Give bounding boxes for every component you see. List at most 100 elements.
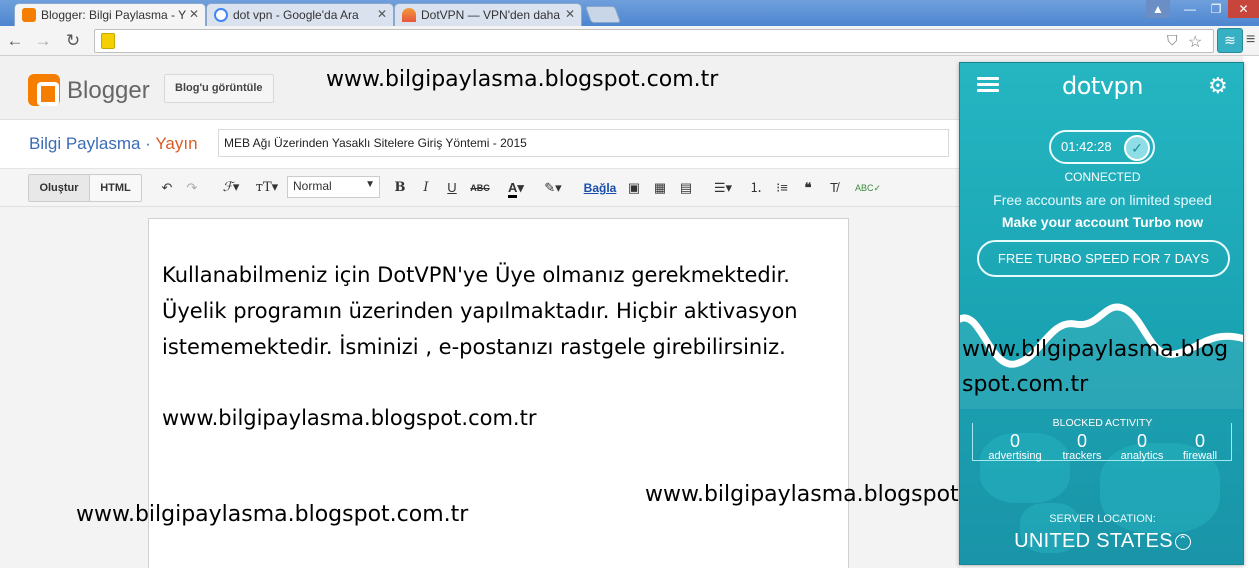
bookmark-star-icon[interactable]: ☆ [1188, 32, 1202, 52]
address-bar[interactable]: ⛉ ☆ [94, 29, 1214, 53]
dotvpn-extension-button[interactable]: ≋ [1217, 28, 1243, 53]
tab-label: DotVPN — VPN'den daha [421, 8, 561, 22]
blocked-stat-advertising: 0 advertising [983, 432, 1047, 462]
stat-value: 0 [1009, 431, 1020, 451]
blocked-stat-trackers: 0 trackers [1050, 432, 1114, 462]
close-icon[interactable]: ✕ [377, 7, 387, 21]
publish-label: Yayın [155, 134, 198, 153]
blogger-favicon-icon [22, 8, 36, 22]
compose-mode-button[interactable]: Oluştur [28, 174, 90, 202]
post-title-input[interactable]: MEB Ağı Üzerinden Yasaklı Sitelere Giriş… [218, 129, 949, 157]
bullet-list-icon[interactable]: ⁝≡ [772, 179, 792, 197]
editor-toolbar: Oluştur HTML ↶ ↷ ℱ▾ ᴛT▾ Normal ▼ B I U A… [0, 169, 960, 207]
close-icon[interactable]: ✕ [565, 7, 575, 21]
post-body-line: Üyelik programın üzerinden yapılmaktadır… [162, 299, 798, 323]
stat-value: 0 [1194, 431, 1205, 451]
strikethrough-icon[interactable]: ABC [469, 179, 491, 197]
blocked-stat-analytics: 0 analytics [1110, 432, 1174, 462]
watermark-text: spot.com.tr [962, 372, 1089, 397]
format-value: Normal [293, 179, 332, 193]
format-select[interactable]: Normal ▼ [287, 176, 380, 198]
blog-breadcrumb: Bilgi Paylasma · Yayın [29, 134, 198, 154]
stat-label: analytics [1120, 450, 1164, 462]
tab-blogger[interactable]: Blogger: Bilgi Paylasma - Y ✕ [14, 3, 206, 26]
turbo-note: Make your account Turbo now [1001, 214, 1204, 230]
italic-icon[interactable]: I [418, 179, 434, 197]
chevron-up-icon: ⌃ [1174, 533, 1191, 550]
chevron-down-icon: ▼ [365, 179, 375, 190]
watermark-text: www.bilgipaylasma.blogspot.com.tr [326, 67, 719, 92]
check-icon: ✓ [1124, 135, 1150, 161]
bold-icon[interactable]: B [392, 179, 408, 197]
highlight-color-icon[interactable]: ✎▾ [538, 179, 568, 197]
watermark-text: www.bilgipaylasma.blog [962, 337, 1229, 362]
shield-icon[interactable]: ⛉ [1167, 32, 1178, 49]
blogger-brand[interactable]: Blogger [67, 77, 150, 105]
stat-label: advertising [988, 450, 1042, 462]
window-close-icon[interactable]: ✕ [1228, 0, 1259, 18]
browser-tabstrip: Blogger: Bilgi Paylasma - Y ✕ dot vpn - … [0, 0, 1259, 26]
server-location-value: UNITED STATES [1014, 530, 1173, 552]
post-body-line: istememektedir. İsminizi , e-postanızı r… [162, 335, 786, 359]
text-color-icon[interactable]: A▾ [502, 179, 530, 198]
screen: { "browser": { "tabs": [ {"label": "Blog… [0, 0, 1259, 568]
google-favicon-icon [214, 8, 228, 22]
insert-image-icon[interactable]: ▣ [624, 179, 644, 197]
clear-formatting-icon[interactable]: T̸ [824, 179, 844, 197]
insert-video-icon[interactable]: ▦ [650, 179, 670, 197]
tab-label: dot vpn - Google'da Ara [233, 8, 359, 22]
free-turbo-button[interactable]: FREE TURBO SPEED FOR 7 DAYS [977, 240, 1230, 277]
reload-icon[interactable]: ↻ [62, 30, 84, 52]
warning-lock-icon [101, 33, 115, 49]
timer-value: 01:42:28 [1061, 139, 1112, 154]
free-account-note: Free accounts are on limited speed [993, 192, 1212, 208]
tab-dotvpn[interactable]: DotVPN — VPN'den daha ✕ [394, 3, 582, 26]
restore-icon[interactable]: ❐ [1204, 0, 1228, 18]
blocked-activity-label: BLOCKED ACTIVITY [1048, 417, 1157, 429]
user-icon[interactable]: ▲ [1146, 0, 1170, 18]
connection-timer[interactable]: 01:42:28 ✓ [1049, 130, 1155, 164]
align-icon[interactable]: ☰▾ [708, 179, 738, 197]
jump-break-icon[interactable]: ▤ [676, 179, 696, 197]
new-tab-button[interactable] [584, 6, 622, 23]
breadcrumb-separator: · [140, 134, 156, 153]
post-body-line: www.bilgipaylasma.blogspot.com.tr [162, 406, 537, 430]
connection-status: CONNECTED [1064, 170, 1141, 184]
font-family-icon[interactable]: ℱ▾ [216, 179, 246, 197]
back-icon[interactable]: ← [4, 30, 26, 52]
post-body-line: Kullanabilmeniz için DotVPN'ye Üye olman… [162, 263, 790, 287]
dotvpn-logo: dotvpn [1062, 72, 1143, 100]
blocked-stat-firewall: 0 firewall [1168, 432, 1232, 462]
dotvpn-favicon-icon [402, 8, 416, 22]
link-label: Bağla [583, 181, 617, 195]
stat-label: trackers [1062, 450, 1102, 462]
tab-label: Blogger: Bilgi Paylasma - Y [41, 8, 187, 22]
underline-icon[interactable]: U [444, 179, 460, 197]
blocked-activity-title: BLOCKED ACTIVITY [960, 417, 1243, 429]
stat-value: 0 [1136, 431, 1147, 451]
dotvpn-popup: dotvpn ⚙ 01:42:28 ✓ CONNECTED Free accou… [959, 62, 1244, 565]
stat-value: 0 [1076, 431, 1087, 451]
minimize-icon[interactable]: — [1178, 0, 1202, 18]
view-blog-button[interactable]: Blog'u görüntüle [164, 74, 274, 103]
redo-icon[interactable]: ↷ [183, 179, 201, 197]
spellcheck-icon[interactable]: ABC✓ [855, 179, 881, 197]
html-mode-button[interactable]: HTML [89, 174, 142, 202]
stat-label: firewall [1182, 450, 1218, 462]
right-sidebar-edge [1243, 56, 1259, 568]
tab-google[interactable]: dot vpn - Google'da Ara ✕ [206, 3, 394, 26]
browser-toolbar: ← → ↻ ⛉ ☆ ≋ ≡ [0, 26, 1259, 56]
close-icon[interactable]: ✕ [189, 7, 199, 21]
server-location-selector[interactable]: UNITED STATES ⌃ [960, 530, 1243, 553]
blogger-logo-icon[interactable] [28, 74, 60, 106]
chrome-menu-icon[interactable]: ≡ [1246, 31, 1255, 49]
font-size-icon[interactable]: ᴛT▾ [252, 179, 282, 197]
undo-icon[interactable]: ↶ [158, 179, 176, 197]
gear-icon[interactable]: ⚙ [1208, 73, 1228, 99]
numbered-list-icon[interactable]: ⒈ [746, 179, 766, 197]
quote-icon[interactable]: ❝ [798, 179, 818, 197]
link-button[interactable]: Bağla [582, 179, 618, 197]
blog-name-link[interactable]: Bilgi Paylasma [29, 134, 141, 153]
forward-icon[interactable]: → [32, 30, 54, 52]
watermark-text: www.bilgipaylasma.blogspot.com.tr [76, 502, 469, 527]
